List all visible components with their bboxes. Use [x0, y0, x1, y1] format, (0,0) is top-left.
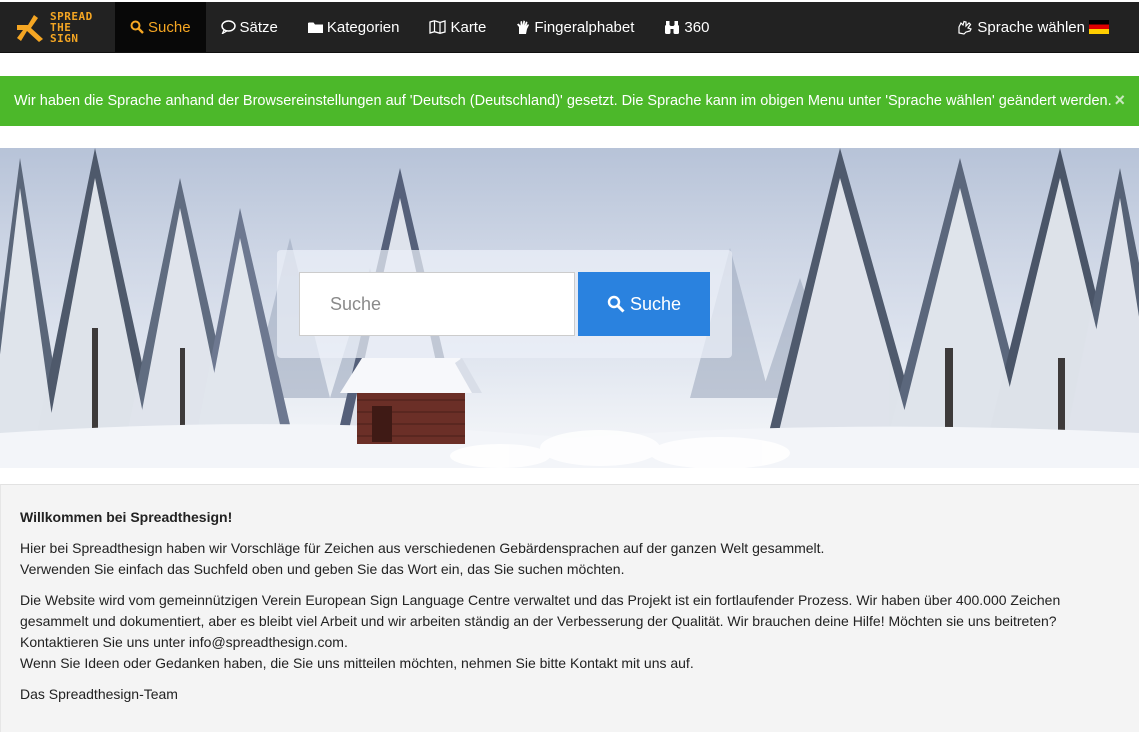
germany-flag-icon	[1089, 20, 1109, 34]
brand-line-2: THE	[50, 20, 72, 34]
nav-kategorien-label: Kategorien	[326, 18, 400, 36]
welcome-intro-line-2: Verwenden Sie einfach das Suchfeld oben …	[20, 561, 625, 577]
nav-fingeralphabet[interactable]: Fingeralphabet	[501, 2, 649, 52]
nav-saetze-label: Sätze	[239, 18, 278, 36]
hand-icon	[517, 20, 530, 34]
nav-360-label: 360	[684, 18, 710, 36]
search-button-label: Suche	[629, 293, 682, 314]
search-icon	[130, 20, 144, 34]
welcome-title: Willkommen bei Spreadthesign!	[20, 509, 233, 525]
sign-language-icon	[958, 20, 973, 35]
nav-saetze[interactable]: Sätze	[206, 2, 293, 52]
nav-suche-label: Suche	[148, 18, 191, 36]
nav-karte-label: Karte	[450, 18, 487, 36]
binoculars-icon	[665, 20, 680, 34]
nav-360[interactable]: 360	[649, 2, 724, 52]
welcome-section: Willkommen bei Spreadthesign! Hier bei S…	[0, 484, 1139, 732]
alert-text: Wir haben die Sprache anhand der Browser…	[14, 93, 1112, 109]
nav-karte[interactable]: Karte	[414, 2, 501, 52]
brand-logo[interactable]: SPREAD THE SIGN	[0, 2, 115, 52]
nav-suche[interactable]: Suche	[115, 2, 206, 52]
logo-icon	[17, 15, 43, 42]
search-button[interactable]: Suche	[578, 272, 710, 336]
welcome-about-line-1: Die Website wird vom gemeinnützigen Vere…	[20, 592, 1061, 650]
welcome-about-line-2: Wenn Sie Ideen oder Gedanken haben, die …	[20, 655, 694, 671]
navbar: SPREAD THE SIGN Suche Sätze Kategorien K…	[0, 2, 1139, 53]
language-selector[interactable]: Sprache wählen	[942, 2, 1139, 52]
map-icon	[429, 20, 447, 34]
brand-line-1: SPREAD	[50, 9, 93, 23]
hero-banner: Suche	[0, 148, 1139, 468]
welcome-intro-line-1: Hier bei Spreadthesign haben wir Vorschl…	[20, 540, 825, 556]
search-icon	[607, 295, 625, 313]
nav-kategorien[interactable]: Kategorien	[293, 2, 415, 52]
language-label: Sprache wählen	[977, 18, 1085, 36]
close-icon[interactable]: ×	[1114, 90, 1125, 111]
welcome-about: Die Website wird vom gemeinnützigen Vere…	[20, 590, 1120, 674]
search-input[interactable]	[299, 272, 575, 336]
welcome-signature: Das Spreadthesign-Team	[20, 686, 178, 702]
welcome-intro: Hier bei Spreadthesign haben wir Vorschl…	[20, 538, 1120, 580]
speech-bubble-icon	[220, 20, 236, 34]
nav-fingeralphabet-label: Fingeralphabet	[534, 18, 635, 36]
brand-text: SPREAD THE SIGN	[50, 11, 93, 44]
brand-line-3: SIGN	[50, 31, 79, 45]
language-alert: Wir haben die Sprache anhand der Browser…	[0, 76, 1139, 126]
search-panel: Suche	[277, 250, 732, 358]
folder-icon	[307, 22, 323, 33]
